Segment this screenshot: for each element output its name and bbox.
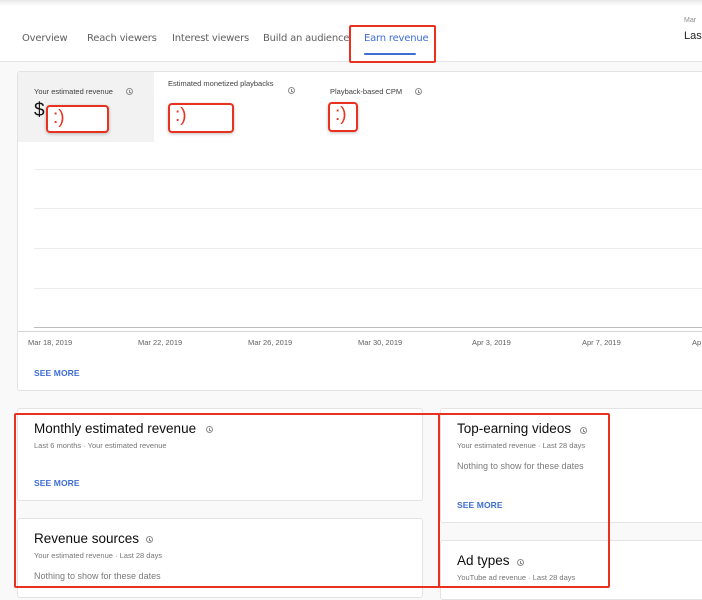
revenue-chart-card: Your estimated revenue $ :) Estimated mo… <box>17 71 702 391</box>
x-tick-label: Mar 22, 2019 <box>138 338 183 347</box>
card-subtitle: YouTube ad revenue · Last 28 days <box>457 573 576 582</box>
metric-tab-monetized-playbacks[interactable]: Estimated monetized playbacks :) <box>154 72 314 142</box>
card-title: Monthly estimated revenue <box>34 421 197 436</box>
clock-icon <box>288 87 295 94</box>
clock-icon <box>146 536 153 543</box>
metric-label: Estimated monetized playbacks <box>168 79 274 88</box>
top-shadow <box>0 1 702 6</box>
metric-value-redacted: :) <box>328 102 358 132</box>
clock-icon <box>517 559 524 566</box>
x-tick-label: Apr 3, 2019 <box>472 338 511 347</box>
clock-icon <box>415 88 422 95</box>
x-tick-label: Ap <box>692 338 702 347</box>
metric-label: Your estimated revenue <box>34 87 113 96</box>
tab-overview[interactable]: Overview <box>22 33 68 44</box>
chart-gridline <box>34 288 702 289</box>
revenue-sources-card: Revenue sources Your estimated revenue ·… <box>17 518 423 598</box>
ad-types-card: Ad types YouTube ad revenue · Last 28 da… <box>440 540 702 600</box>
tab-reach-viewers[interactable]: Reach viewers <box>87 33 157 44</box>
metric-tab-estimated-revenue[interactable]: Your estimated revenue $ :) <box>18 72 154 142</box>
card-title: Revenue sources <box>34 531 140 546</box>
see-more-link[interactable]: SEE MORE <box>34 368 80 378</box>
x-tick-label: Mar 30, 2019 <box>358 338 403 347</box>
see-more-link[interactable]: SEE MORE <box>34 478 80 488</box>
active-tab-indicator <box>364 53 416 55</box>
metric-value-redacted: :) <box>168 103 234 133</box>
card-subtitle: Your estimated revenue · Last 28 days <box>457 441 586 450</box>
empty-state-text: Nothing to show for these dates <box>457 461 584 471</box>
date-range-selector[interactable]: Last <box>684 30 702 42</box>
metric-label: Playback-based CPM <box>330 87 403 96</box>
card-title: Top-earning videos <box>457 421 572 436</box>
x-tick-label: Mar 18, 2019 <box>28 338 73 347</box>
clock-icon <box>206 426 213 433</box>
top-earning-videos-card: Top-earning videos Your estimated revenu… <box>440 408 702 523</box>
monthly-revenue-card: Monthly estimated revenue Last 6 months … <box>17 408 423 501</box>
chart-gridline <box>34 169 702 170</box>
chart-baseline <box>34 327 702 328</box>
card-title: Ad types <box>457 553 510 568</box>
chart-x-axis <box>18 331 702 332</box>
annotation-highlight-tab <box>349 25 436 63</box>
card-subtitle: Your estimated revenue · Last 28 days <box>34 551 163 560</box>
empty-state-text: Nothing to show for these dates <box>34 571 161 581</box>
date-range-label: Mar <box>684 17 697 24</box>
see-more-link[interactable]: SEE MORE <box>457 500 503 510</box>
card-subtitle: Last 6 months · Your estimated revenue <box>34 441 167 450</box>
clock-icon <box>580 427 587 434</box>
x-tick-label: Apr 7, 2019 <box>582 338 621 347</box>
chart-gridline <box>34 248 702 249</box>
metric-value-redacted: :) <box>46 105 109 133</box>
x-tick-label: Mar 26, 2019 <box>248 338 293 347</box>
tab-build-audience[interactable]: Build an audience <box>263 33 349 44</box>
chart-gridline <box>34 208 702 209</box>
currency-symbol: $ <box>34 100 45 121</box>
tab-earn-revenue[interactable]: Earn revenue <box>364 33 429 44</box>
tab-interest-viewers[interactable]: Interest viewers <box>172 33 249 44</box>
clock-icon <box>126 88 133 95</box>
metric-tab-playback-cpm[interactable]: Playback-based CPM :) <box>314 72 514 142</box>
analytics-tab-bar: Overview Reach viewers Interest viewers … <box>0 0 702 63</box>
